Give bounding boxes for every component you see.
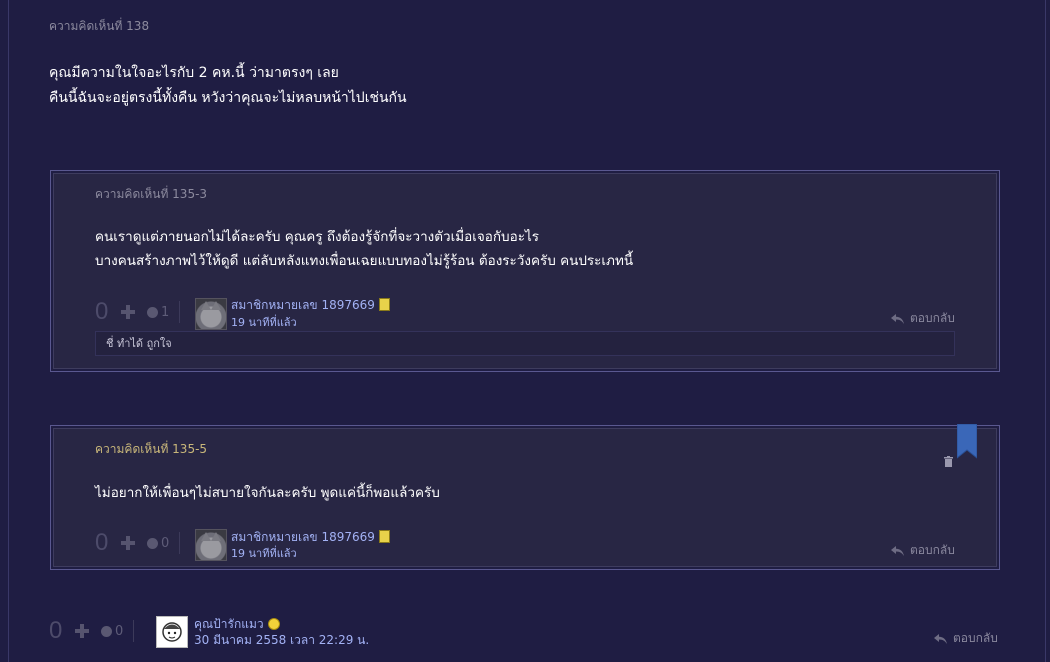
delete-icon[interactable]	[944, 452, 953, 467]
timestamp: 30 มีนาคม 2558 เวลา 22:29 น.	[194, 633, 370, 647]
emotion-count: 1	[161, 304, 170, 320]
reply-label: ตอบกลับ	[910, 311, 955, 325]
comment-body: คุณมีความในใจอะไรกับ 2 คห.นี้ ว่ามาตรงๆ …	[49, 61, 407, 111]
reply-comment: ความคิดเห็นที่ 135-3 คนเราดูแต่ภายนอกไม่…	[50, 170, 1000, 372]
smiley-badge-icon	[267, 617, 280, 630]
reply-body: คนเราดูแต่ภายนอกไม่ได้ละครับ คุณครู ถึงต…	[95, 225, 633, 273]
reply-arrow-icon	[934, 633, 948, 644]
vote-bar: 0 0	[95, 529, 181, 557]
avatar[interactable]	[195, 298, 227, 330]
reply-arrow-icon	[891, 545, 905, 556]
reply-arrow-icon	[891, 313, 905, 324]
vote-count: 0	[49, 617, 63, 644]
reaction-summary-bar[interactable]: ชี่ ทำได้ ถูกใจ	[95, 331, 955, 356]
plus-vote-icon[interactable]	[69, 618, 95, 644]
plus-vote-icon[interactable]	[115, 530, 141, 556]
reply-line: คนเราดูแต่ภายนอกไม่ได้ละครับ คุณครู ถึงต…	[95, 229, 540, 245]
divider	[133, 620, 135, 642]
emotion-count: 0	[115, 623, 124, 639]
author-name[interactable]: สมาชิกหมายเลข 1897669	[231, 530, 375, 544]
vote-bar: 0 0	[49, 617, 135, 645]
avatar[interactable]	[156, 616, 188, 648]
bookmark-icon[interactable]	[956, 423, 978, 460]
reply-button[interactable]: ตอบกลับ	[934, 629, 998, 648]
reply-button[interactable]: ตอบกลับ	[891, 541, 955, 560]
mobile-badge-icon	[378, 298, 390, 311]
divider	[179, 532, 181, 554]
comment-line: คืนนี้ฉันจะอยู่ตรงนี้ทั้งคืน หวังว่าคุณจ…	[49, 90, 407, 106]
author-name[interactable]: สมาชิกหมายเลข 1897669	[231, 298, 375, 312]
reply-line: ไม่อยากให้เพื่อนๆไม่สบายใจกันละครับ พูดแ…	[95, 485, 440, 501]
vote-count: 0	[95, 529, 109, 556]
comment-line: คุณมีความในใจอะไรกับ 2 คห.นี้ ว่ามาตรงๆ …	[49, 65, 339, 81]
emotion-icon[interactable]	[101, 625, 112, 637]
emotion-icon[interactable]	[147, 306, 158, 318]
reply-label: ตอบกลับ	[910, 543, 955, 557]
reply-button[interactable]: ตอบกลับ	[891, 309, 955, 328]
reply-line: บางคนสร้างภาพไว้ให้ดูดี แต่ลับหลังแทงเพื…	[95, 253, 634, 269]
reply-comment: ความคิดเห็นที่ 135-5 ไม่อยากให้เพื่อนๆไม…	[50, 423, 1000, 570]
timestamp: 19 นาทีที่แล้ว	[231, 316, 297, 329]
plus-vote-icon[interactable]	[115, 299, 141, 325]
reply-label: ตอบกลับ	[953, 631, 998, 645]
timestamp: 19 นาทีที่แล้ว	[231, 547, 297, 560]
emotion-icon[interactable]	[147, 537, 158, 549]
reply-number-label: ความคิดเห็นที่ 135-5	[95, 442, 208, 456]
mobile-badge-icon	[378, 530, 390, 543]
reply-number-label: ความคิดเห็นที่ 135-3	[95, 187, 208, 201]
divider	[179, 301, 181, 323]
author-name[interactable]: คุณป้ารักแมว	[194, 617, 264, 631]
vote-bar: 0 1	[95, 298, 181, 326]
emotion-count: 0	[161, 535, 170, 551]
avatar[interactable]	[195, 529, 227, 561]
comment-number-label: ความคิดเห็นที่ 138	[49, 19, 150, 33]
reply-body: ไม่อยากให้เพื่อนๆไม่สบายใจกันละครับ พูดแ…	[95, 481, 440, 505]
vote-count: 0	[95, 298, 109, 325]
